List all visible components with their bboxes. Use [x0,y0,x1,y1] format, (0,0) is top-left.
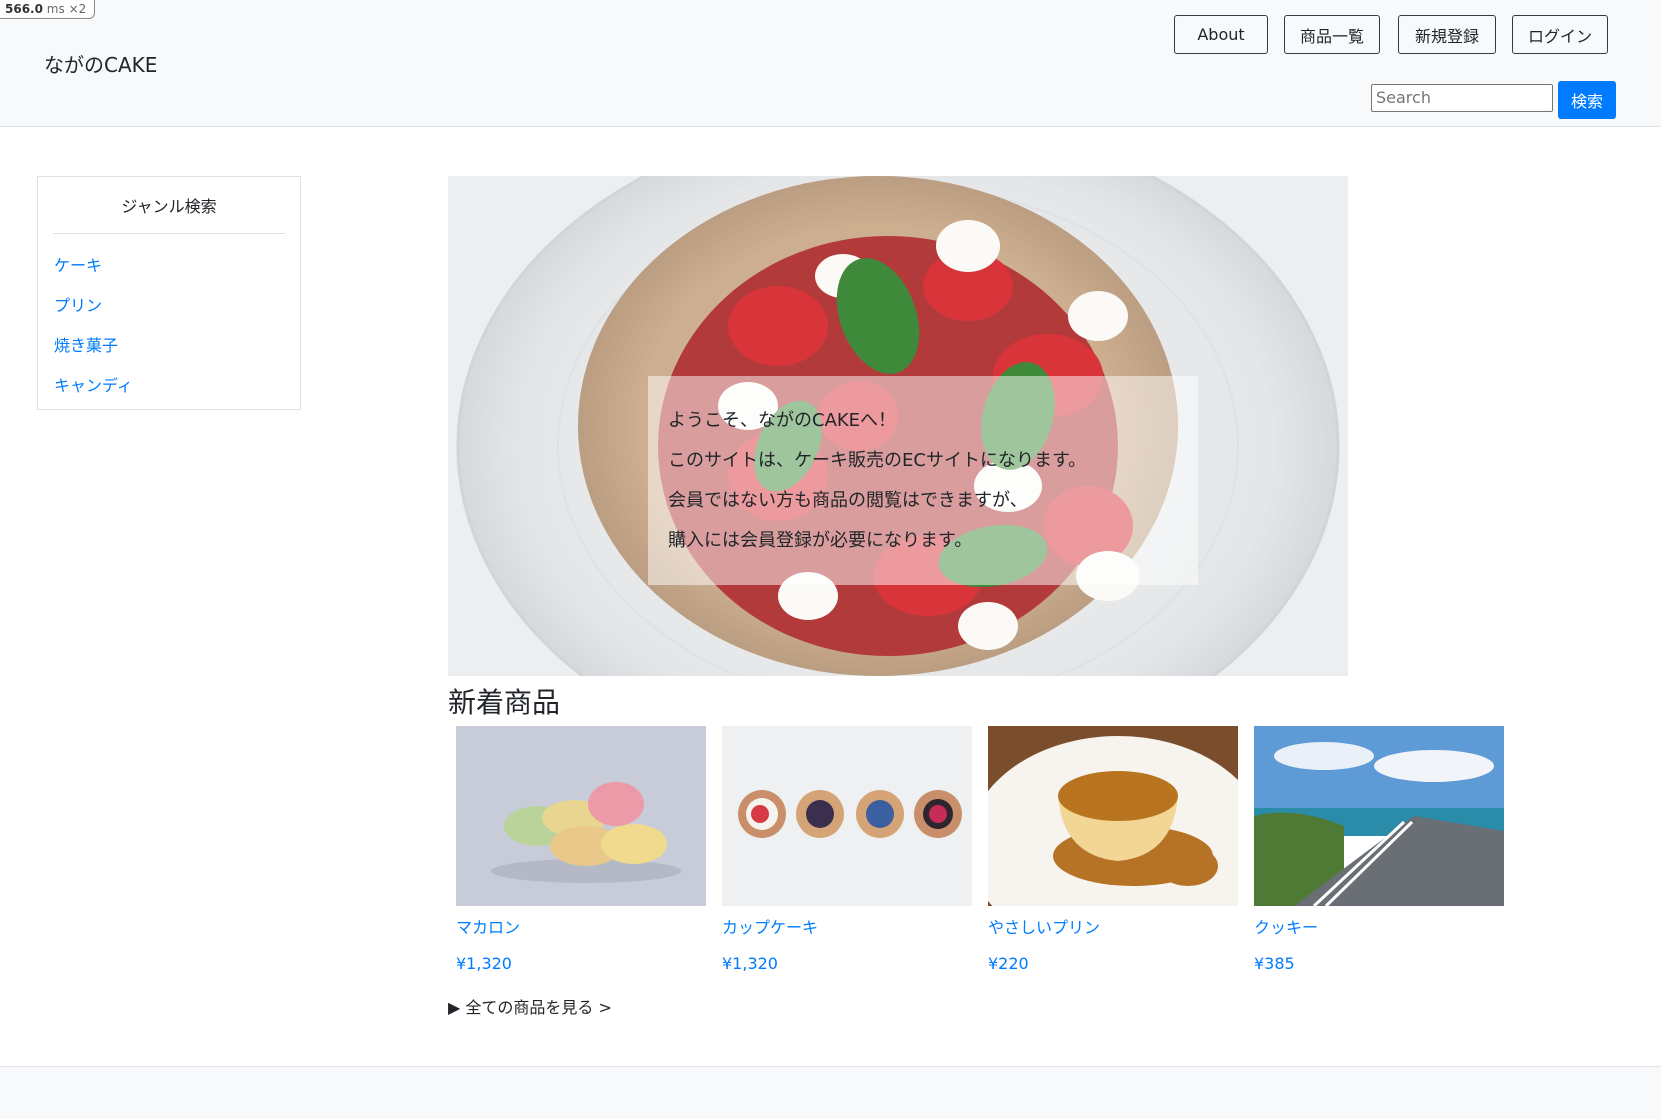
search-button[interactable]: 検索 [1558,81,1616,119]
product-image-cupcake[interactable] [722,726,972,906]
nav-about-button[interactable]: About [1174,15,1268,54]
new-products-heading: 新着商品 [448,686,561,719]
timing-badge: 566.0 ms ×2 [0,0,96,19]
product-image-pudding[interactable] [988,726,1238,906]
genre-link-cake[interactable]: ケーキ [54,252,102,276]
all-products-label: 全ての商品を見る > [465,998,612,1017]
product-price-link[interactable]: ¥1,320 [722,954,778,973]
nav-login-button[interactable]: ログイン [1512,15,1608,54]
all-products-toggle[interactable]: ▶ 全ての商品を見る > [448,994,612,1018]
nav-signup-button[interactable]: 新規登録 [1398,15,1496,54]
genre-link-baked-goods[interactable]: 焼き菓子 [54,332,118,356]
product-name-link[interactable]: やさしいプリン [988,914,1100,938]
product-name-link[interactable]: クッキー [1254,914,1318,938]
product-image-cookie[interactable] [1254,726,1504,906]
timing-value: 566.0 [5,2,43,16]
product-image-macaron[interactable] [456,726,706,906]
product-price-link[interactable]: ¥1,320 [456,954,512,973]
welcome-line: ようこそ、ながのCAKEへ！ [668,410,897,431]
triangle-right-icon: ▶ [448,998,461,1017]
genre-link-candy[interactable]: キャンディ [54,372,133,396]
genre-search-title: ジャンル検索 [121,197,217,216]
nav-products-button[interactable]: 商品一覧 [1284,15,1380,54]
product-price-link[interactable]: ¥220 [988,954,1029,973]
product-price-link[interactable]: ¥385 [1254,954,1295,973]
search-input[interactable]: Search [1371,84,1553,112]
product-name-link[interactable]: マカロン [456,914,520,938]
genre-link-pudding[interactable]: プリン [54,292,102,316]
genre-search-panel: ジャンル検索 ケーキ プリン 焼き菓子 キャンディ [37,176,301,410]
welcome-line: このサイトは、ケーキ販売のECサイトになります。 [668,450,1087,471]
brand-link[interactable]: ながのCAKE [44,49,157,78]
welcome-line: 購入には会員登録が必要になります。 [668,530,973,551]
divider [53,233,285,234]
welcome-line: 会員ではない方も商品の閲覧はできますが、 [668,490,1028,511]
site-header: ながのCAKE About 商品一覧 新規登録 ログイン Search 検索 [0,0,1661,127]
timing-multiplier: ×2 [68,2,87,16]
product-name-link[interactable]: カップケーキ [722,914,818,938]
site-footer [0,1066,1661,1119]
timing-unit: ms [46,2,65,16]
welcome-message-box: ようこそ、ながのCAKEへ！ このサイトは、ケーキ販売のECサイトになります。 … [648,376,1198,585]
